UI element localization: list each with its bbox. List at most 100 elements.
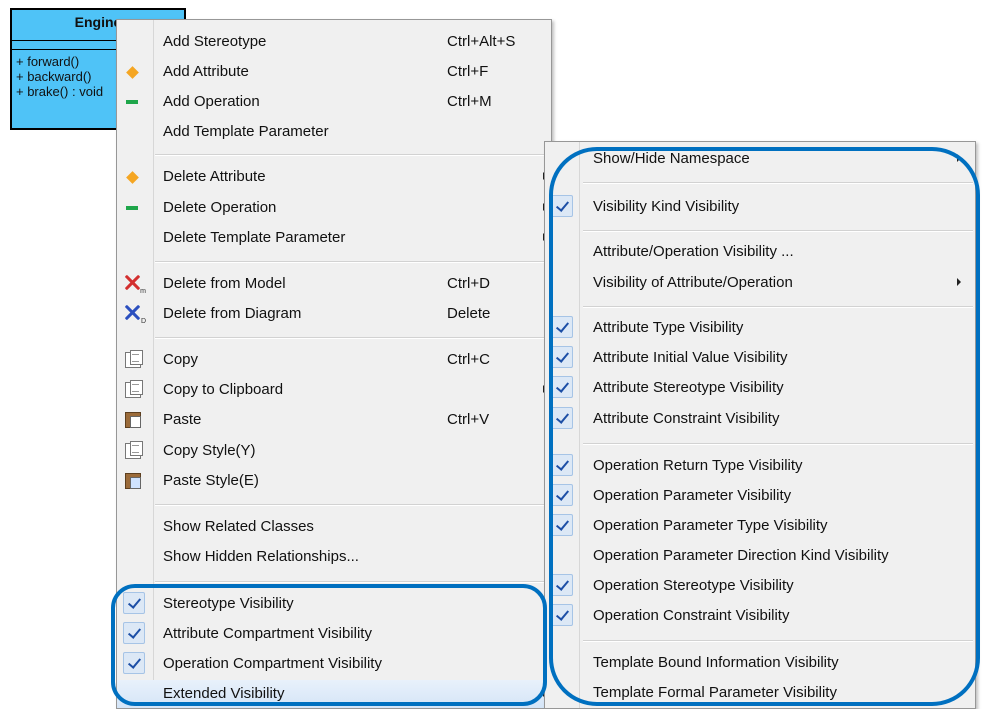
submenu-item-operation-parameter-direction-kind-visibility[interactable]: Operation Parameter Direction Kind Visib… bbox=[545, 542, 975, 570]
menu-item-stereotype-visibility[interactable]: Stereotype Visibility bbox=[117, 590, 551, 618]
attribute-diamond-icon bbox=[126, 171, 139, 184]
menu-item-label: Template Formal Parameter Visibility bbox=[593, 684, 837, 701]
submenu-item-attribute-initial-value-visibility[interactable]: Attribute Initial Value Visibility bbox=[545, 344, 975, 372]
menu-item-delete-attribute[interactable]: Delete Attribute bbox=[117, 163, 551, 191]
menu-item-copy-to-clipboard[interactable]: Copy to Clipboard bbox=[117, 376, 551, 404]
menu-item-label: Visibility of Attribute/Operation bbox=[593, 274, 793, 291]
menu-item-label: Add Stereotype bbox=[163, 33, 267, 50]
menu-item-label: Operation Compartment Visibility bbox=[163, 655, 382, 672]
menu-item-paste-style[interactable]: Paste Style(E) bbox=[117, 467, 551, 495]
check-icon bbox=[551, 195, 573, 217]
menu-item-shortcut: Ctrl+F bbox=[447, 63, 489, 80]
menu-item-add-stereotype[interactable]: Add Stereotype Ctrl+Alt+S bbox=[117, 28, 551, 56]
check-icon bbox=[551, 604, 573, 626]
menu-item-shortcut: Delete bbox=[447, 305, 491, 322]
submenu-item-operation-constraint-visibility[interactable]: Operation Constraint Visibility bbox=[545, 602, 975, 630]
submenu-item-operation-stereotype-visibility[interactable]: Operation Stereotype Visibility bbox=[545, 572, 975, 600]
menu-item-copy-style[interactable]: Copy Style(Y) bbox=[117, 437, 551, 465]
check-icon bbox=[551, 514, 573, 536]
submenu-item-attribute-stereotype-visibility[interactable]: Attribute Stereotype Visibility bbox=[545, 374, 975, 402]
menu-item-label: Delete Operation bbox=[163, 199, 277, 216]
menu-item-delete-from-model[interactable]: m Delete from Model Ctrl+D bbox=[117, 270, 551, 298]
delete-from-model-icon: m bbox=[123, 273, 146, 295]
menu-item-label: Paste Style(E) bbox=[163, 472, 259, 489]
submenu-item-attribute-type-visibility[interactable]: Attribute Type Visibility bbox=[545, 314, 975, 342]
menu-item-attribute-compartment-visibility[interactable]: Attribute Compartment Visibility bbox=[117, 620, 551, 648]
check-icon bbox=[551, 574, 573, 596]
menu-item-label: Attribute Compartment Visibility bbox=[163, 625, 372, 642]
context-menu: Add Stereotype Ctrl+Alt+S Add Attribute … bbox=[116, 19, 552, 709]
menu-separator bbox=[583, 443, 973, 445]
menu-item-show-related-classes[interactable]: Show Related Classes bbox=[117, 513, 551, 541]
menu-item-copy[interactable]: Copy Ctrl+C bbox=[117, 346, 551, 374]
menu-item-label: Attribute Type Visibility bbox=[593, 319, 744, 336]
menu-item-label: Attribute Stereotype Visibility bbox=[593, 379, 784, 396]
menu-item-operation-compartment-visibility[interactable]: Operation Compartment Visibility bbox=[117, 650, 551, 678]
menu-separator bbox=[155, 581, 549, 583]
menu-item-label: Delete from Model bbox=[163, 275, 286, 292]
menu-separator bbox=[583, 306, 973, 308]
menu-item-add-template-parameter[interactable]: Add Template Parameter bbox=[117, 118, 551, 146]
menu-item-delete-template-parameter[interactable]: Delete Template Parameter bbox=[117, 224, 551, 252]
menu-item-shortcut: Ctrl+M bbox=[447, 93, 492, 110]
attribute-diamond-icon bbox=[126, 66, 139, 79]
menu-separator bbox=[583, 640, 973, 642]
copy-icon bbox=[125, 380, 143, 398]
submenu-item-show-hide-namespace[interactable]: Show/Hide Namespace bbox=[545, 145, 975, 173]
menu-item-shortcut: Ctrl+D bbox=[447, 275, 490, 292]
submenu-item-attribute-operation-visibility[interactable]: Attribute/Operation Visibility ... bbox=[545, 238, 975, 266]
menu-separator bbox=[583, 182, 973, 184]
menu-item-shortcut: Ctrl+C bbox=[447, 351, 490, 368]
check-icon bbox=[123, 652, 145, 674]
delete-from-diagram-icon: D bbox=[123, 303, 146, 325]
check-icon bbox=[551, 484, 573, 506]
check-icon bbox=[551, 316, 573, 338]
paste-style-icon bbox=[125, 473, 141, 489]
copy-style-icon bbox=[125, 441, 143, 459]
menu-item-label: Copy bbox=[163, 351, 199, 368]
menu-item-show-hidden-relationships[interactable]: Show Hidden Relationships... bbox=[117, 543, 551, 571]
submenu-item-visibility-kind-visibility[interactable]: Visibility Kind Visibility bbox=[545, 193, 975, 221]
submenu-item-template-formal-parameter-visibility[interactable]: Template Formal Parameter Visibility bbox=[545, 679, 975, 707]
menu-item-label: Add Template Parameter bbox=[163, 123, 329, 140]
menu-item-label: Show/Hide Namespace bbox=[593, 150, 750, 167]
menu-item-add-attribute[interactable]: Add Attribute Ctrl+F bbox=[117, 58, 551, 86]
menu-item-label: Show Hidden Relationships... bbox=[163, 548, 359, 565]
submenu-arrow-icon bbox=[957, 278, 961, 286]
menu-item-label: Delete Attribute bbox=[163, 168, 266, 185]
operation-dash-icon bbox=[126, 206, 138, 210]
operation-dash-icon bbox=[126, 100, 138, 104]
submenu-item-operation-parameter-visibility[interactable]: Operation Parameter Visibility bbox=[545, 482, 975, 510]
menu-item-label: Attribute Initial Value Visibility bbox=[593, 349, 788, 366]
menu-item-label: Show Related Classes bbox=[163, 518, 314, 535]
check-icon bbox=[551, 454, 573, 476]
check-icon bbox=[551, 346, 573, 368]
paste-icon bbox=[125, 412, 141, 428]
menu-item-label: Attribute Constraint Visibility bbox=[593, 410, 780, 427]
menu-item-add-operation[interactable]: Add Operation Ctrl+M bbox=[117, 88, 551, 116]
menu-item-label: Operation Parameter Direction Kind Visib… bbox=[593, 547, 889, 564]
check-icon bbox=[551, 407, 573, 429]
menu-item-delete-operation[interactable]: Delete Operation bbox=[117, 194, 551, 222]
check-icon bbox=[123, 592, 145, 614]
menu-item-shortcut: Ctrl+V bbox=[447, 411, 490, 428]
menu-item-label: Extended Visibility bbox=[163, 685, 285, 702]
submenu-item-attribute-constraint-visibility[interactable]: Attribute Constraint Visibility bbox=[545, 405, 975, 433]
menu-separator bbox=[155, 337, 549, 339]
menu-item-label: Copy Style(Y) bbox=[163, 442, 256, 459]
menu-item-label: Operation Stereotype Visibility bbox=[593, 577, 794, 594]
menu-item-label: Operation Constraint Visibility bbox=[593, 607, 790, 624]
submenu-item-operation-return-type-visibility[interactable]: Operation Return Type Visibility bbox=[545, 452, 975, 480]
menu-separator bbox=[583, 230, 973, 232]
check-icon bbox=[123, 622, 145, 644]
menu-item-delete-from-diagram[interactable]: D Delete from Diagram Delete bbox=[117, 300, 551, 328]
submenu-item-template-bound-information-visibility[interactable]: Template Bound Information Visibility bbox=[545, 649, 975, 677]
menu-item-label: Delete Template Parameter bbox=[163, 229, 346, 246]
menu-item-paste[interactable]: Paste Ctrl+V bbox=[117, 406, 551, 434]
menu-item-label: Add Operation bbox=[163, 93, 260, 110]
menu-item-extended-visibility[interactable]: Extended Visibility bbox=[117, 680, 551, 708]
submenu-item-visibility-of-attribute-operation[interactable]: Visibility of Attribute/Operation bbox=[545, 269, 975, 297]
menu-separator bbox=[155, 261, 549, 263]
menu-item-label: Delete from Diagram bbox=[163, 305, 302, 322]
submenu-item-operation-parameter-type-visibility[interactable]: Operation Parameter Type Visibility bbox=[545, 512, 975, 540]
